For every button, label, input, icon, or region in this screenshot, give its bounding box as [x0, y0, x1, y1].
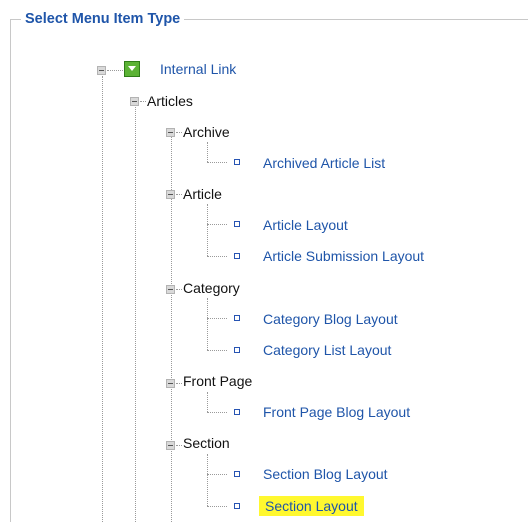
- tree-leaf-section-layout[interactable]: Section Layout: [259, 496, 364, 516]
- tree-connector: [176, 445, 182, 446]
- leaf-square-icon: [234, 315, 240, 321]
- collapse-toggle-icon[interactable]: [166, 190, 175, 199]
- tree-leaf-category-list-layout[interactable]: Category List Layout: [263, 342, 391, 358]
- tree-node-internal-link[interactable]: Internal Link: [160, 61, 236, 77]
- tree-connector: [176, 383, 182, 384]
- tree-connector: [207, 256, 227, 257]
- leaf-square-icon: [234, 221, 240, 227]
- tree-node-archive: Archive: [183, 124, 230, 140]
- tree-node-front-page: Front Page: [183, 373, 253, 389]
- leaf-square-icon: [234, 253, 240, 259]
- tree-node-section: Section: [183, 435, 230, 451]
- collapse-toggle-icon[interactable]: [166, 441, 175, 450]
- tree-leaf-article-layout[interactable]: Article Layout: [263, 217, 348, 233]
- tree-connector: [207, 224, 227, 225]
- collapse-toggle-icon[interactable]: [97, 66, 106, 75]
- tree-connector: [207, 318, 227, 319]
- collapse-toggle-icon[interactable]: [166, 379, 175, 388]
- expand-green-icon[interactable]: [124, 61, 140, 77]
- tree-guide-line: [102, 76, 103, 522]
- tree-leaf-archived-article-list[interactable]: Archived Article List: [263, 155, 385, 171]
- leaf-square-icon: [234, 347, 240, 353]
- tree-connector: [140, 101, 146, 102]
- leaf-square-icon: [234, 471, 240, 477]
- tree-leaf-category-blog-layout[interactable]: Category Blog Layout: [263, 311, 398, 327]
- leaf-square-icon: [234, 409, 240, 415]
- menu-type-tree: Internal Link Articles Archive Archived …: [0, 0, 528, 522]
- tree-connector: [207, 474, 227, 475]
- collapse-toggle-icon[interactable]: [130, 97, 139, 106]
- tree-leaf-article-submission-layout[interactable]: Article Submission Layout: [263, 248, 424, 264]
- tree-connector: [207, 162, 227, 163]
- collapse-toggle-icon[interactable]: [166, 128, 175, 137]
- tree-leaf-front-page-blog-layout[interactable]: Front Page Blog Layout: [263, 404, 410, 420]
- tree-connector: [107, 70, 123, 71]
- leaf-square-icon: [234, 503, 240, 509]
- collapse-toggle-icon[interactable]: [166, 285, 175, 294]
- leaf-square-icon: [234, 159, 240, 165]
- tree-guide-line: [207, 204, 208, 256]
- tree-guide-line: [207, 392, 208, 412]
- tree-connector: [207, 350, 227, 351]
- tree-connector: [176, 289, 182, 290]
- tree-node-category: Category: [183, 280, 240, 296]
- tree-connector: [176, 132, 182, 133]
- tree-guide-line: [135, 105, 136, 522]
- tree-connector: [176, 194, 182, 195]
- tree-node-article: Article: [183, 186, 222, 202]
- tree-guide-line: [207, 298, 208, 350]
- tree-guide-line: [207, 454, 208, 506]
- tree-connector: [207, 506, 227, 507]
- tree-node-articles: Articles: [147, 93, 193, 109]
- tree-guide-line: [207, 142, 208, 162]
- tree-leaf-section-blog-layout[interactable]: Section Blog Layout: [263, 466, 388, 482]
- tree-connector: [207, 412, 227, 413]
